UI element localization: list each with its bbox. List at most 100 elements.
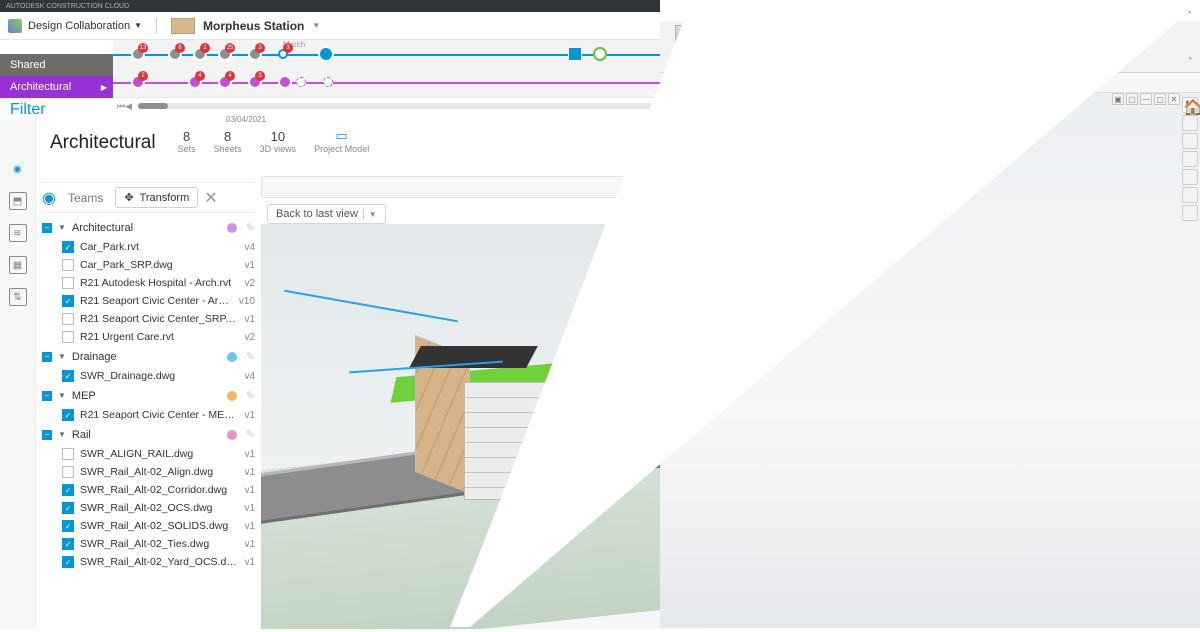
tree-file[interactable]: ✓R21 Seaport Civic Center - MEP.rvtv1 (42, 406, 255, 424)
main-area: ◉ ⬒ ≋ ▦ ⇅ Architectural 8Sets8Sheets103D… (0, 120, 700, 629)
tool-icon[interactable] (666, 76, 680, 90)
ribbon-item[interactable]: LargeAssemblySettings (939, 22, 991, 72)
tree-file[interactable]: R21 Seaport Civic Center_SRP.dwgv1 (42, 310, 255, 328)
close-icon[interactable]: ✕ (204, 188, 217, 208)
tree-file[interactable]: ✓SWR_Rail_Alt-02_OCS.dwgv1 (42, 499, 255, 517)
user-icon[interactable]: ◯ (1110, 5, 1122, 17)
autodesk-brand-bar: AUTODESK CONSTRUCTION CLOUD (0, 0, 700, 12)
home-icon[interactable]: 🏠 (1182, 97, 1198, 113)
ribbon-item[interactable]: UpdateSpeedPakSubassemblies (816, 22, 887, 72)
tree-group[interactable]: −▼MEP✎ (42, 385, 255, 406)
window-title: Assembly Patterns (666, 6, 975, 17)
chip-label: Transform (140, 192, 190, 204)
tool-icon[interactable] (806, 76, 820, 90)
app-logo (8, 19, 22, 33)
tree-file[interactable]: SWR_ALIGN_RAIL.dwgv1 (42, 445, 255, 463)
tree-group[interactable]: −▼Architectural✎ (42, 217, 255, 238)
timeline-tracks[interactable]: March 13 6 1 25 3 3 2 4 4 (113, 40, 700, 98)
properties-icon[interactable] (1182, 187, 1198, 203)
scrollbar[interactable] (138, 103, 683, 109)
viewport-3d[interactable] (261, 224, 700, 629)
transform-chip[interactable]: ✥ Transform (115, 187, 198, 208)
tree-file[interactable]: ✓SWR_Drainage.dwgv4 (42, 367, 255, 385)
project-model-link[interactable]: ▭Project Model (314, 128, 369, 154)
tool-icon[interactable] (706, 76, 720, 90)
stat: 8Sheets (214, 129, 242, 154)
filter-button[interactable]: Filter (0, 98, 113, 120)
sub-toolbar (660, 73, 1200, 93)
design-collab-menu[interactable]: Design Collaboration▼ (28, 20, 142, 32)
filter-label: Filter (10, 101, 46, 119)
maximize-icon[interactable]: ▢ (1164, 5, 1176, 17)
layers-icon[interactable]: ≋ (9, 224, 27, 242)
tree-panel: ◉ Teams ✥ Transform ✕ −▼Architectural✎✓C… (36, 174, 261, 629)
timeline-milestone[interactable] (568, 47, 582, 61)
collapse-ribbon-icon[interactable]: ˆ (1181, 53, 1200, 72)
teams-label: Teams (62, 191, 109, 205)
task-pane: 🏠 (1182, 97, 1200, 221)
brand-text: AUTODESK CONSTRUCTION CLOUD (6, 3, 129, 10)
tree-file[interactable]: ✓SWR_Rail_Alt-02_Corridor.dwgv1 (42, 481, 255, 499)
minimize-icon[interactable]: — (1146, 5, 1158, 17)
mdi-controls: ▣ ▢ — ▢ ✕ (1112, 93, 1180, 105)
timeline-placeholder[interactable] (296, 77, 306, 87)
tree-file[interactable]: SWR_Rail_Alt-02_Align.dwgv1 (42, 463, 255, 481)
restore-icon[interactable]: ▣ (1112, 93, 1124, 105)
chevron-down-icon[interactable]: ▼ (369, 210, 377, 219)
timeline-node[interactable] (278, 75, 292, 89)
tool-icon[interactable] (786, 76, 800, 90)
close-icon[interactable]: ✕ (1182, 5, 1194, 17)
timeline-open[interactable] (593, 47, 607, 61)
minimize-icon[interactable]: — (1140, 93, 1152, 105)
timeline-row-arch[interactable]: Architectural▶ (0, 76, 113, 98)
tree-group[interactable]: −▼Rail✎ (42, 424, 255, 445)
tree-file[interactable]: Car_Park_SRP.dwgv1 (42, 256, 255, 274)
maximize-icon[interactable]: ▢ (1154, 93, 1166, 105)
left-icon-rail: ◉ ⬒ ≋ ▦ ⇅ (0, 120, 36, 629)
graphics-area[interactable]: ▣ ▢ — ▢ ✕ 🏠 (660, 93, 1200, 628)
tool-icon[interactable] (686, 76, 700, 90)
step-back-icon[interactable]: ⏮ (117, 101, 125, 112)
step-fwd-icon[interactable]: ◀ (125, 101, 132, 112)
timeline-row-shared[interactable]: Shared (0, 54, 113, 76)
tree-file[interactable]: ✓SWR_Rail_Alt-02_Yard_OCS.dwgv1 (42, 553, 255, 571)
timeline-placeholder[interactable] (323, 77, 333, 87)
back-button[interactable]: Back to last view | ▼ (267, 204, 386, 224)
forum-icon[interactable] (1182, 205, 1198, 221)
tool-icon[interactable] (746, 76, 760, 90)
tree-file[interactable]: ✓R21 Seaport Civic Center - Arch.rvtv10 (42, 292, 255, 310)
tree-file[interactable]: R21 Autodesk Hospital - Arch.rvtv2 (42, 274, 255, 292)
ribbon-item[interactable]: BillofMaterials (660, 22, 712, 72)
library-icon[interactable] (1182, 133, 1198, 149)
ribbon-item[interactable]: Instant3D (764, 22, 816, 72)
project-selector[interactable]: Morpheus Station ▼ (171, 18, 320, 34)
chart-icon[interactable]: ⬒ (9, 192, 27, 210)
eye-icon[interactable]: ◉ (42, 188, 56, 208)
tool-icon[interactable] (726, 76, 740, 90)
tree-file[interactable]: ✓SWR_Rail_Alt-02_Ties.dwgv1 (42, 535, 255, 553)
tree-file[interactable]: ✓Car_Park.rvtv4 (42, 238, 255, 256)
appearance-icon[interactable] (1182, 169, 1198, 185)
close-icon[interactable]: ✕ (1168, 93, 1180, 105)
tree-group[interactable]: −▼Drainage✎ (42, 346, 255, 367)
search-icon: ⌕ (976, 4, 992, 18)
help-icon[interactable]: ? (1128, 5, 1140, 17)
project-thumb (171, 18, 195, 34)
ribbon-item[interactable]: TakeSnapshot (887, 22, 939, 72)
view-icon[interactable] (1182, 151, 1198, 167)
eye-icon[interactable]: ◉ (9, 160, 27, 178)
timeline-scroll[interactable]: ⏮ ◀ ▶ 03/04/2021 (113, 98, 700, 114)
tree-file[interactable]: ✓SWR_Rail_Alt-02_SOLIDS.dwgv1 (42, 517, 255, 535)
ribbon-item[interactable]: ExplodedView (712, 22, 764, 72)
timeline-node-current[interactable] (318, 46, 334, 62)
command-search[interactable]: ⌕ Q▾ (975, 3, 1104, 19)
tool-icon[interactable] (826, 76, 840, 90)
transfer-icon[interactable]: ⇅ (9, 288, 27, 306)
tool-icon[interactable] (766, 76, 780, 90)
resources-icon[interactable] (1182, 115, 1198, 131)
grid-icon[interactable]: ▦ (9, 256, 27, 274)
restore-icon[interactable]: ▢ (1126, 93, 1138, 105)
search-dropdown-icon[interactable]: Q▾ (1087, 7, 1103, 16)
search-input[interactable] (992, 6, 1087, 16)
tree-file[interactable]: R21 Urgent Care.rvtv2 (42, 328, 255, 346)
